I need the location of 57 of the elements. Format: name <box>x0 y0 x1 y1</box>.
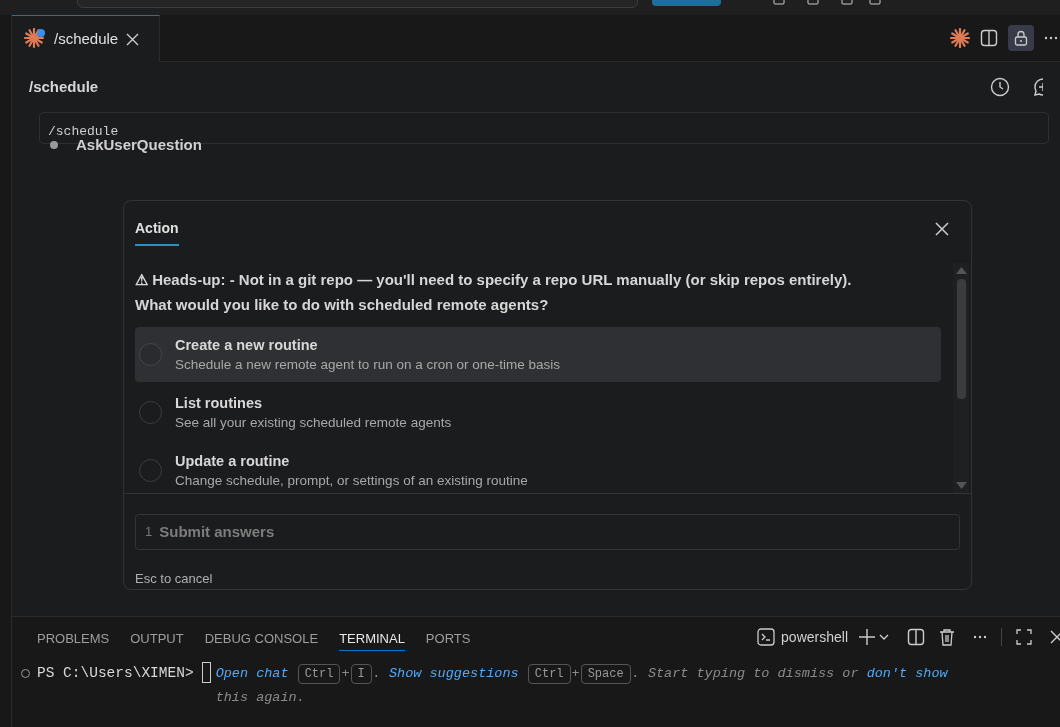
lock-button[interactable] <box>1008 25 1034 51</box>
option-row[interactable]: Create a new routine Schedule a new remote agent to run on a cron or one-time basis <box>135 327 941 382</box>
chat-title: /schedule <box>29 76 99 97</box>
plus-icon[interactable] <box>858 628 876 646</box>
option-row[interactable]: Update a routine Change schedule, prompt, or settings of an existing routine <box>135 443 941 493</box>
terminal-name[interactable]: powershell <box>781 626 848 648</box>
panel-tab[interactable]: PORTS <box>425 627 471 651</box>
chevron-down-icon[interactable] <box>879 634 889 640</box>
submit-label: Submit answers <box>159 521 275 542</box>
key-badge: Ctrl <box>527 664 571 684</box>
terminal-cursor <box>201 662 211 683</box>
panel-tab[interactable]: OUTPUT <box>130 627 184 651</box>
terminal-prompt: PS C:\Users\XIMEN> <box>37 664 194 683</box>
panel-tab[interactable]: DEBUG CONSOLE <box>204 627 319 651</box>
hint-text: + <box>571 666 580 681</box>
hint-text: . Start typing to dismiss or <box>631 666 859 681</box>
starburst-icon[interactable] <box>950 28 970 48</box>
close-icon[interactable] <box>126 32 140 46</box>
history-icon[interactable] <box>990 77 1010 97</box>
step-number: 1 <box>145 523 153 542</box>
more-icon[interactable] <box>973 635 987 639</box>
trash-icon[interactable] <box>939 628 955 646</box>
hint-text: this again. <box>215 690 305 705</box>
scrollbar-thumb[interactable] <box>956 279 966 399</box>
panel-tab[interactable]: PROBLEMS <box>37 627 110 651</box>
panel-tab[interactable]: TERMINAL <box>339 627 405 651</box>
option-description: Change schedule, prompt, or settings of an existing routine <box>175 471 528 490</box>
hint-text: + <box>341 666 350 681</box>
close-icon[interactable] <box>1050 630 1060 644</box>
split-editor-icon[interactable] <box>980 29 998 47</box>
cancel-hint: Esc to cancel <box>135 570 214 588</box>
question-text: ⚠ Heads-up: - Not in a git repo — you'll need to specify a repo URL manually (or skip repos entirely). What would you like to do with scheduled remote agents? <box>135 270 853 315</box>
close-icon[interactable] <box>935 222 949 236</box>
split-terminal-icon[interactable] <box>907 628 925 646</box>
hint-link[interactable]: don't <box>866 666 908 681</box>
terminal-icon[interactable] <box>757 628 776 646</box>
maximize-icon[interactable] <box>1016 629 1032 645</box>
hint-text: . <box>372 666 381 681</box>
scrollbar[interactable] <box>953 263 969 493</box>
lock-icon <box>1014 30 1028 46</box>
option-title: Create a new routine <box>175 335 319 355</box>
key-badge: Space <box>580 664 631 684</box>
option-title: Update a routine <box>175 451 291 471</box>
hint-link[interactable]: show <box>915 666 948 681</box>
option-title: List routines <box>175 393 263 413</box>
hint-link[interactable]: Show suggestions <box>389 666 519 681</box>
dialog-tab[interactable]: Action <box>135 218 179 246</box>
editor-tab[interactable]: /schedule <box>12 15 160 62</box>
submit-answers-button[interactable]: 1 Submit answers <box>135 514 960 550</box>
radio-button[interactable] <box>139 343 162 366</box>
key-badge: Ctrl <box>297 664 341 684</box>
more-icon[interactable] <box>1044 36 1058 40</box>
option-description: See all your existing scheduled remote agents <box>175 413 452 432</box>
hint-link[interactable]: Open chat <box>215 666 289 681</box>
option-row[interactable]: List routines See all your existing scheduled remote agents <box>135 385 941 440</box>
key-badge: I <box>350 664 372 684</box>
option-description: Schedule a new remote agent to run on a cron or one-time basis <box>175 355 560 374</box>
